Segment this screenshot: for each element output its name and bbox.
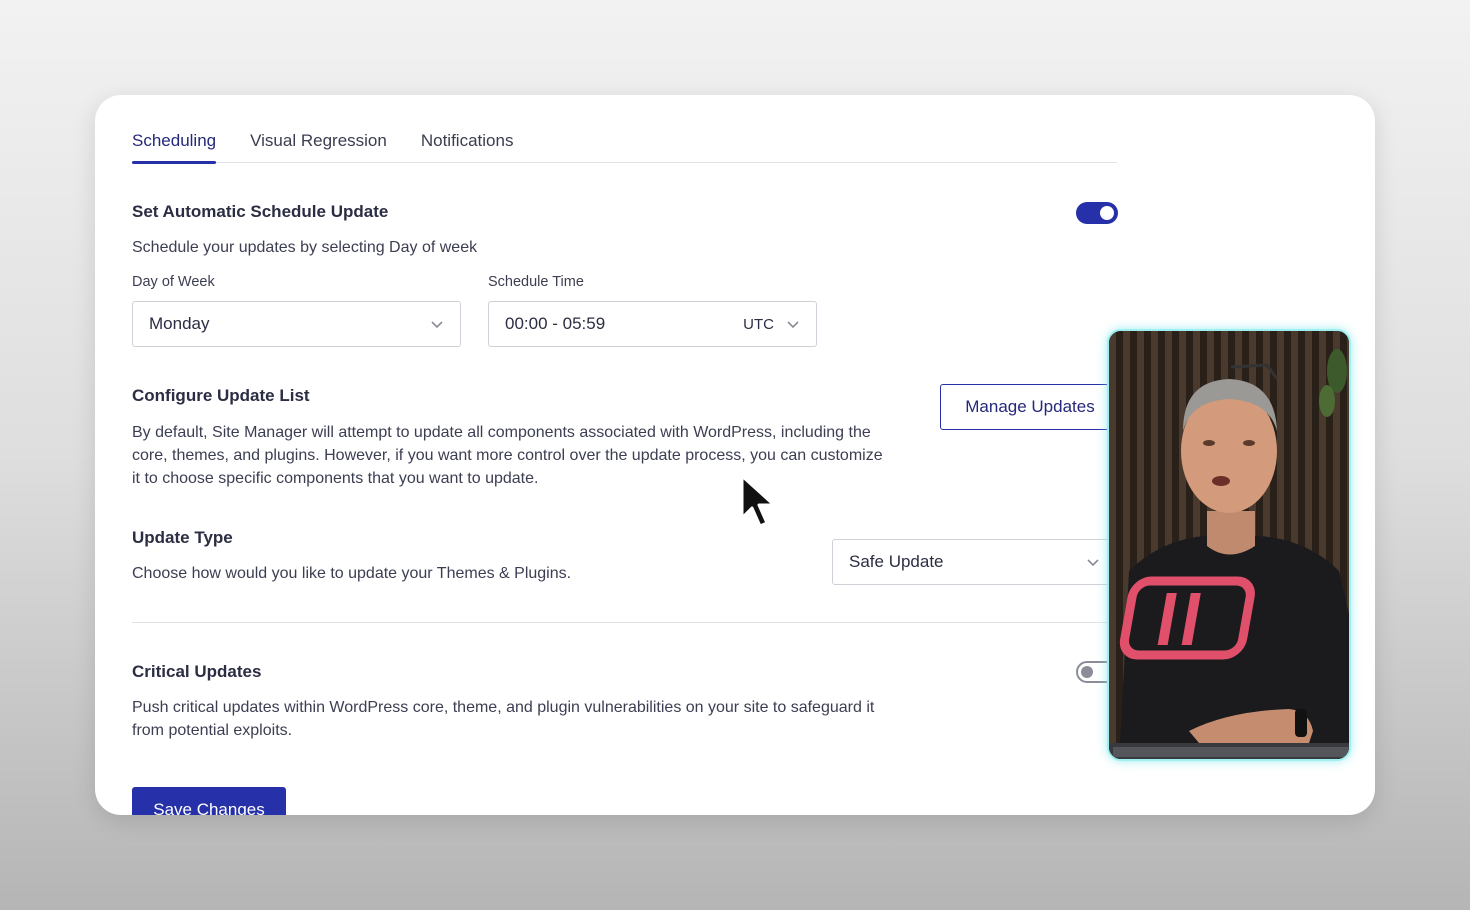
- update-type-select[interactable]: Safe Update: [832, 539, 1117, 585]
- critical-updates-title: Critical Updates: [132, 662, 262, 681]
- tab-scheduling[interactable]: Scheduling: [132, 131, 217, 164]
- schedule-description: Schedule your updates by selecting Day o…: [132, 239, 478, 256]
- presenter-image: [1109, 331, 1349, 759]
- tab-visual-regression[interactable]: Visual Regression: [250, 131, 387, 162]
- day-of-week-label: Day of Week: [132, 274, 215, 290]
- chevron-down-icon: [431, 321, 443, 329]
- chevron-down-icon: [1087, 559, 1099, 567]
- section-divider: [132, 622, 1117, 623]
- update-list-title: Configure Update List: [132, 386, 310, 405]
- update-type-description: Choose how would you like to update your…: [132, 565, 572, 582]
- mouse-pointer-icon: [740, 474, 776, 528]
- tab-bar: Scheduling Visual Regression Notificatio…: [132, 131, 1117, 164]
- schedule-time-value: 00:00 - 05:59: [505, 314, 606, 333]
- toggle-knob: [1081, 666, 1093, 678]
- schedule-toggle[interactable]: [1076, 202, 1118, 224]
- update-type-title: Update Type: [132, 528, 233, 547]
- critical-updates-description: Push critical updates within WordPress c…: [132, 699, 875, 739]
- chevron-down-icon: [787, 321, 799, 329]
- schedule-time-label: Schedule Time: [488, 274, 584, 290]
- timezone-label: UTC: [743, 315, 774, 333]
- day-of-week-select[interactable]: Monday: [132, 301, 461, 347]
- save-changes-button[interactable]: Save Changes: [132, 787, 286, 815]
- tab-notifications[interactable]: Notifications: [421, 131, 514, 162]
- day-of-week-value: Monday: [149, 314, 210, 333]
- toggle-knob: [1100, 206, 1114, 220]
- presenter-video: [1107, 329, 1351, 761]
- manage-updates-button[interactable]: Manage Updates: [940, 384, 1120, 430]
- schedule-title: Set Automatic Schedule Update: [132, 202, 389, 221]
- schedule-time-select[interactable]: 00:00 - 05:59 UTC: [488, 301, 817, 347]
- update-type-value: Safe Update: [849, 552, 944, 571]
